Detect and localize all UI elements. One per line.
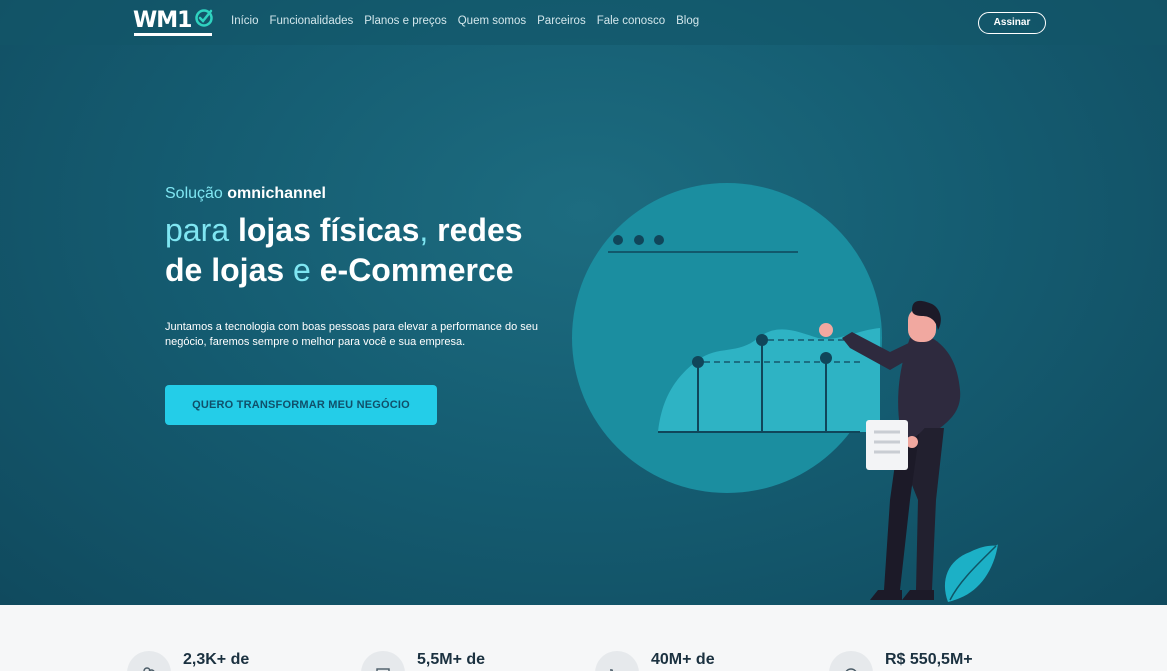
menu-item-blog[interactable]: Blog xyxy=(676,15,699,27)
stats-strip: 2,3K+ de 5,5M+ de 40M+ de $ R$ 550,5M+ xyxy=(0,605,1167,671)
stat-icon-circle xyxy=(595,651,639,671)
chart-point xyxy=(692,356,704,368)
headline-part-2: lojas físicas xyxy=(237,212,420,248)
window-dot xyxy=(613,235,623,245)
eyebrow-bold: omnichannel xyxy=(227,185,326,202)
hero-headline: para lojas físicas, redes de lojas e e-Co… xyxy=(165,210,585,290)
headline-part-6: e xyxy=(284,252,320,288)
headline-part-1: para xyxy=(165,212,238,248)
headline-part-4: redes xyxy=(437,212,523,248)
menu-item-inicio[interactable]: Início xyxy=(231,15,259,27)
cart-icon xyxy=(610,669,614,671)
subscribe-button[interactable]: Assinar xyxy=(978,12,1046,34)
money-icon: $ xyxy=(845,668,857,671)
stat-value: 2,3K+ de xyxy=(183,651,250,668)
headline-part-3: , xyxy=(419,212,438,248)
illustration-circle xyxy=(572,183,882,493)
stat-icon-circle: $ xyxy=(829,651,873,671)
logo-underline xyxy=(134,33,212,36)
stat-value: 5,5M+ de xyxy=(417,651,486,668)
stat-icon-circle xyxy=(127,651,171,671)
stat-value: 40M+ de xyxy=(651,651,715,668)
users-icon xyxy=(143,667,155,671)
chart-point xyxy=(756,334,768,346)
menu-item-parceiros[interactable]: Parceiros xyxy=(537,15,586,27)
wm10-logo[interactable]: WM1 xyxy=(133,8,215,38)
hero-illustration xyxy=(572,183,998,602)
hero-eyebrow: Solução omnichannel xyxy=(165,185,326,203)
menu-item-planos[interactable]: Planos e preços xyxy=(364,15,446,27)
window-dot xyxy=(634,235,644,245)
top-navbar: WM1 Início Funcionalidades Planos e preç… xyxy=(0,0,1167,45)
eyebrow-light: Solução xyxy=(165,185,228,202)
window-dot xyxy=(654,235,664,245)
stat-icon-circle xyxy=(361,651,405,671)
headline-part-5: de lojas xyxy=(165,252,285,288)
document-icon xyxy=(376,668,390,671)
stat-value: R$ 550,5M+ xyxy=(885,651,973,668)
menu-item-quem-somos[interactable]: Quem somos xyxy=(458,15,526,27)
logo-check-icon xyxy=(195,9,213,27)
menu-item-fale-conosco[interactable]: Fale conosco xyxy=(597,15,665,27)
logo-text: WM1 xyxy=(133,8,192,33)
main-menu: Início Funcionalidades Planos e preços Q… xyxy=(231,15,699,27)
hero-section: WM1 Início Funcionalidades Planos e preç… xyxy=(0,0,1167,605)
menu-item-funcionalidades[interactable]: Funcionalidades xyxy=(270,15,354,27)
headline-part-7: e-Commerce xyxy=(319,252,514,288)
cta-transform-button[interactable]: QUERO TRANSFORMAR MEU NEGÓCIO xyxy=(165,385,437,425)
hero-description: Juntamos a tecnologia com boas pessoas p… xyxy=(165,321,538,348)
